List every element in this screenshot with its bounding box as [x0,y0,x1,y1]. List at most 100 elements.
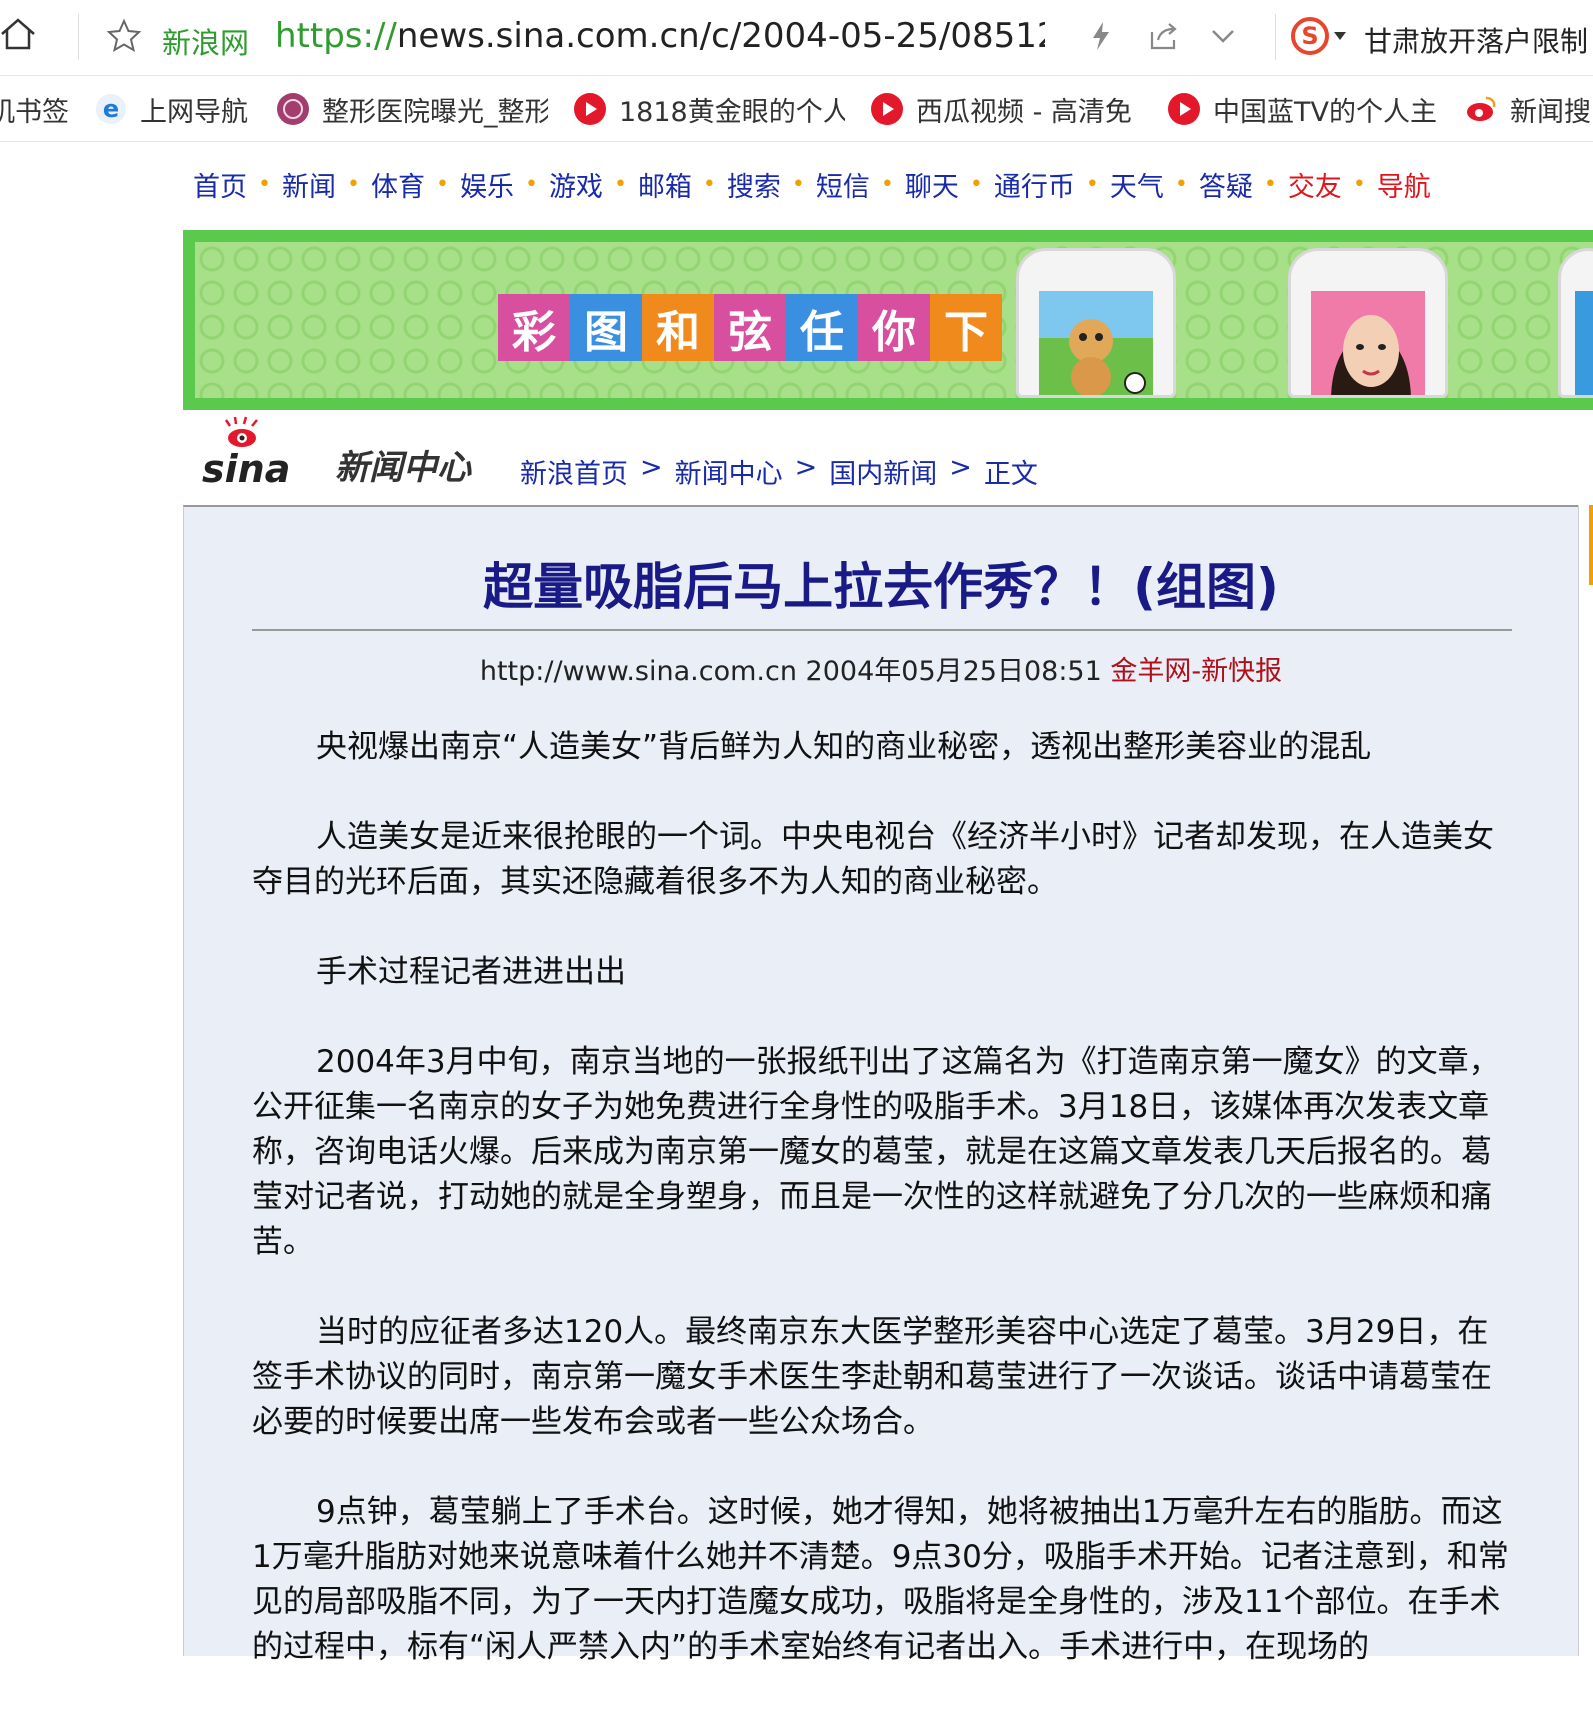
banner-tile: 任 [786,294,858,361]
article-paragraph: 央视爆出南京“人造美女”背后鲜为人知的商业秘密，透视出整形美容业的混乱 [316,729,1372,765]
bookmark-label: 新闻搜 [1510,96,1591,128]
chevron-down-icon[interactable] [1208,22,1238,50]
sogou-search-icon[interactable]: S [1290,16,1330,56]
banner-tile: 你 [858,294,930,361]
nav-link[interactable]: 短信 [816,165,870,204]
nav-link[interactable]: 邮箱 [638,165,692,204]
banner-tile: 弦 [714,294,786,361]
address-bar: 新浪网 https://news.sina.com.cn/c/2004-05-2… [0,0,1593,76]
breadcrumb: 新浪首页 > 新闻中心 > 国内新闻 > 正文 [520,452,1038,491]
page-scrollbar[interactable] [1578,505,1593,1656]
nav-link[interactable]: 导航 [1377,165,1431,204]
nav-separator: • [613,171,627,197]
site-nav: 首页 • 新闻 • 体育 • 娱乐 • 游戏 • 邮箱 • 搜索 • 短信 • 聊天 • 通行币 • 天气 • 答疑 • 交友 •… [193,164,1431,204]
phone-portrait-image [1288,248,1448,398]
phone-cartoon-image [1016,248,1176,398]
nav-separator: • [880,171,894,197]
banner-tile: 和 [642,294,714,361]
breadcrumb-news-center[interactable]: 新闻中心 [675,452,783,491]
nav-separator: • [435,171,449,197]
nav-separator: • [1085,171,1099,197]
url-scheme: https:// [275,16,397,56]
nav-separator: • [346,171,360,197]
bookmark-label: 中国蓝TV的个人主 [1213,96,1437,128]
article-title: 超量吸脂后马上拉去作秀？！(组图) [483,558,1279,616]
bookmarks-bar: 机书签 e 上网导航 整形医院曝光_整形 1818黄金眼的个人 西瓜视频 - 高… [0,76,1593,142]
article-paragraph: 9点钟，葛莹躺上了手术台。这时候，她才得知，她将被抽出1万毫升左右的脂肪。而这1… [252,1494,1509,1665]
breadcrumb-home[interactable]: 新浪首页 [520,452,628,491]
url-field[interactable]: https://news.sina.com.cn/c/2004-05-25/08… [275,16,1045,56]
article-paragraph: 当时的应征者多达120人。最终南京东大医学整形美容中心选定了葛莹。3月29日，在… [252,1314,1492,1440]
article-paragraph: 人造美女是近来很抢眼的一个词。中央电视台《经济半小时》记者却发现，在人造美女夺目… [252,819,1494,900]
bookmark-item[interactable]: 新闻搜 [1464,90,1593,128]
title-divider [252,629,1512,631]
nav-link[interactable]: 聊天 [905,165,959,204]
site-name: 新浪网 [162,26,250,60]
article-body: 央视爆出南京“人造美女”背后鲜为人知的商业秘密，透视出整形美容业的混乱人造美女是… [252,725,1514,1715]
hot-search-text[interactable]: 甘肃放开落户限制 [1364,20,1593,60]
banner-tiles: 彩图和弦任你下 [498,294,1002,361]
nav-link[interactable]: 答疑 [1199,165,1253,204]
caret-down-icon[interactable] [1334,32,1346,40]
share-icon[interactable] [1148,20,1180,52]
divider [78,14,79,60]
breadcrumb-separator: > [640,452,663,483]
breadcrumb-article[interactable]: 正文 [984,452,1038,491]
breadcrumb-separator: > [949,452,972,483]
ie-icon: e [96,94,126,124]
bookmark-folder[interactable]: 机书签 [0,90,72,128]
nav-separator: • [702,171,716,197]
svg-text:e: e [103,95,119,123]
nav-link[interactable]: 搜索 [727,165,781,204]
byline: http://www.sina.com.cn 2004年05月25日08:51 … [184,649,1578,688]
nav-link[interactable]: 游戏 [549,165,603,204]
nav-link[interactable]: 天气 [1110,165,1164,204]
weibo-icon [1467,96,1496,121]
nav-separator: • [1352,171,1366,197]
bookmark-item[interactable]: 西瓜视频 - 高清免 [870,90,1142,128]
bookmark-item[interactable]: 整形医院曝光_整形 [276,90,548,128]
bookmark-item[interactable]: 1818黄金眼的个人 [573,90,845,128]
home-icon[interactable] [0,16,36,52]
byline-time: 2004年05月25日08:51 [805,656,1102,687]
byline-source[interactable]: 金羊网-新快报 [1110,656,1282,687]
banner-tile: 图 [570,294,642,361]
nav-link[interactable]: 首页 [193,165,247,204]
bookmark-label: 上网导航 [140,96,248,128]
hospital-logo-icon [277,93,309,125]
bookmark-label: 西瓜视频 - 高清免 [916,96,1132,128]
url-path: news.sina.com.cn/c/2004-05-25/0851262027 [396,16,1045,56]
section-title: 新闻中心 [335,448,471,488]
ad-banner[interactable]: 彩图和弦任你下 [183,230,1593,410]
banner-tile: 彩 [498,294,570,361]
nav-link[interactable]: 通行币 [994,165,1075,204]
svg-text:S: S [1301,22,1318,50]
nav-link[interactable]: 新闻 [282,165,336,204]
bookmark-item[interactable]: 中国蓝TV的个人主 [1167,90,1439,128]
video-play-icon [574,93,606,125]
phone-edge-image [1558,248,1593,398]
article-paragraph: 手术过程记者进进出出 [316,954,626,990]
sina-logo[interactable]: sina [200,416,310,488]
nav-link[interactable]: 交友 [1288,165,1342,204]
bookmark-label: 整形医院曝光_整形 [322,96,548,128]
nav-link[interactable]: 娱乐 [460,165,514,204]
article: 超量吸脂后马上拉去作秀？！(组图) http://www.sina.com.cn… [183,505,1578,1665]
breadcrumb-separator: > [794,452,818,483]
bookmark-label: 1818黄金眼的个人 [619,96,845,128]
article-paragraph: 2004年3月中旬，南京当地的一张报纸刊出了这篇名为《打造南京第一魔女》的文章，… [252,1044,1500,1260]
star-icon[interactable] [106,18,142,54]
video-play-icon [1168,93,1200,125]
bookmark-item[interactable]: e 上网导航 [94,90,264,128]
breadcrumb-domestic[interactable]: 国内新闻 [829,452,937,491]
divider [1275,14,1276,60]
cartoon-image [1069,319,1146,395]
nav-separator: • [258,171,271,197]
nav-link[interactable]: 体育 [371,165,425,204]
sina-logo-text: sina [202,447,290,488]
lightning-icon[interactable] [1088,20,1114,52]
byline-site: http://www.sina.com.cn [479,656,797,687]
scrollbar-thumb[interactable] [1589,505,1593,585]
bookmark-label: 机书签 [0,96,69,128]
nav-separator: • [524,171,538,197]
